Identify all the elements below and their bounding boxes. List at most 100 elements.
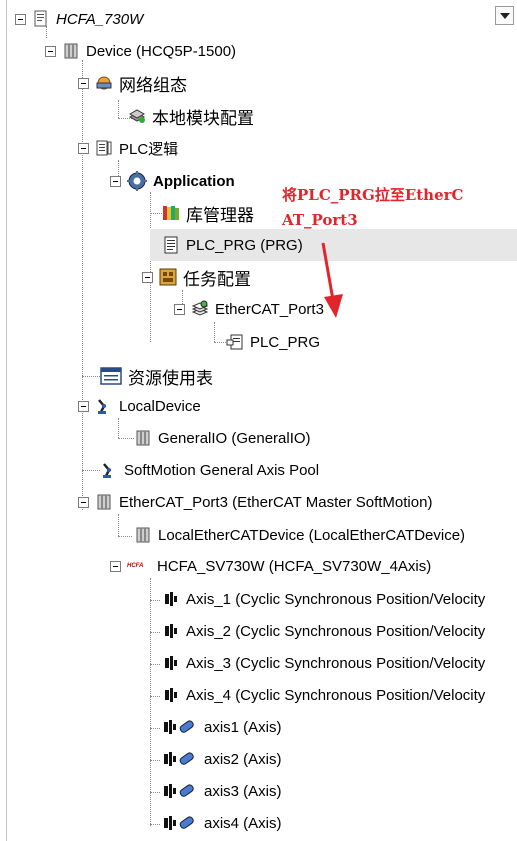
- tree-connector: [118, 438, 134, 439]
- collapse-toggle[interactable]: [78, 142, 89, 154]
- hcfa-logo-icon: HCFA: [127, 563, 144, 569]
- tree-node-plc-prg-call[interactable]: PLC_PRG: [226, 327, 320, 357]
- module-config-icon: [128, 107, 146, 125]
- tree-node-local-ethercat-device[interactable]: LocalEtherCATDevice (LocalEtherCATDevice…: [134, 520, 465, 550]
- axis-motor-icon: [162, 782, 198, 800]
- drag-instruction-annotation: 将PLC_PRG拉至EtherC AT_Port3: [282, 183, 482, 233]
- tree-connector: [214, 322, 215, 342]
- program-call-icon: [226, 333, 244, 351]
- left-border: [6, 0, 7, 841]
- annotation-line-1: 将PLC_PRG拉至EtherC: [282, 186, 464, 204]
- collapse-toggle[interactable]: [15, 13, 26, 25]
- tree-node-project[interactable]: HCFA_730W: [15, 4, 143, 34]
- tree-node-local-device[interactable]: LocalDevice: [78, 391, 201, 421]
- tree-node-general-io[interactable]: GeneralIO (GeneralIO): [134, 423, 311, 453]
- device-module-icon: [62, 42, 80, 60]
- collapse-toggle[interactable]: [174, 303, 185, 315]
- plc-prg-call-label: PLC_PRG: [250, 333, 321, 351]
- resource-usage-label: 资源使用表: [128, 368, 213, 388]
- axis-label: axis3 (Axis): [204, 782, 282, 800]
- tree-node-servo-drive[interactable]: HCFA HCFA_SV730W (HCFA_SV730W_4Axis): [110, 551, 431, 581]
- collapse-toggle[interactable]: [78, 496, 89, 508]
- tree-node-network-config[interactable]: 网络组态: [78, 68, 187, 98]
- tree-node-task-config[interactable]: 任务配置: [142, 262, 251, 292]
- task-stack-icon: [191, 300, 209, 318]
- resource-table-icon: [100, 367, 122, 385]
- device-module-icon: [134, 526, 152, 544]
- tree-node-axis[interactable]: axis4 (Axis): [162, 808, 282, 838]
- tree-node-ethercat-task[interactable]: EtherCAT_Port3: [174, 294, 324, 324]
- dropdown-toggle-button[interactable]: [495, 6, 514, 25]
- general-io-label: GeneralIO (GeneralIO): [158, 429, 311, 447]
- tree-node-resource-usage[interactable]: 资源使用表: [100, 361, 213, 391]
- ethercat-task-label: EtherCAT_Port3: [215, 300, 324, 318]
- softmotion-pool-label: SoftMotion General Axis Pool: [124, 461, 320, 479]
- collapse-toggle[interactable]: [78, 77, 89, 89]
- task-config-label: 任务配置: [183, 269, 251, 289]
- plc-logic-label: PLC逻辑: [119, 140, 179, 158]
- collapse-toggle[interactable]: [110, 560, 121, 572]
- tree-node-softmotion-pool[interactable]: SoftMotion General Axis Pool: [100, 455, 319, 485]
- tree-connector: [82, 376, 100, 377]
- tree-node-axis[interactable]: axis2 (Axis): [162, 744, 282, 774]
- robot-arm-icon: [100, 461, 118, 479]
- axis-label: axis4 (Axis): [204, 814, 282, 832]
- channel-label: Axis_3 (Cyclic Synchronous Position/Velo…: [186, 654, 486, 672]
- tree-connector: [150, 213, 162, 214]
- project-label: HCFA_730W: [56, 10, 144, 28]
- tree-node-device[interactable]: Device (HCQ5P-1500): [45, 36, 236, 66]
- tree-node-channel[interactable]: Axis_2 (Cyclic Synchronous Position/Velo…: [162, 616, 485, 646]
- tree-connector: [150, 664, 160, 665]
- collapse-toggle[interactable]: [142, 271, 153, 283]
- tree-connector: [150, 632, 160, 633]
- tree-connector: [150, 600, 160, 601]
- collapse-toggle[interactable]: [110, 175, 121, 187]
- tree-node-channel[interactable]: Axis_3 (Cyclic Synchronous Position/Velo…: [162, 648, 485, 678]
- servo-drive-label: HCFA_SV730W (HCFA_SV730W_4Axis): [157, 557, 432, 575]
- axis-label: axis1 (Axis): [204, 718, 282, 736]
- plc-logic-icon: [95, 139, 113, 157]
- tree-connector: [150, 728, 160, 729]
- axis-motor-icon: [162, 718, 198, 736]
- network-config-label: 网络组态: [119, 75, 187, 95]
- axis-channel-icon: [162, 590, 180, 608]
- application-label: Application: [153, 172, 235, 190]
- tree-node-plc-logic[interactable]: PLC逻辑: [78, 133, 178, 163]
- tree-node-ethercat-master[interactable]: EtherCAT_Port3 (EtherCAT Master SoftMoti…: [78, 487, 432, 517]
- axis-channel-icon: [162, 686, 180, 704]
- library-manager-label: 库管理器: [186, 205, 254, 225]
- library-books-icon: [162, 204, 180, 222]
- axis-motor-icon: [162, 814, 198, 832]
- tree-node-application[interactable]: Application: [110, 166, 235, 196]
- local-module-config-label: 本地模块配置: [152, 108, 254, 128]
- tree-connector: [150, 696, 160, 697]
- device-module-icon: [95, 493, 113, 511]
- tree-node-axis[interactable]: axis1 (Axis): [162, 712, 282, 742]
- collapse-toggle[interactable]: [78, 400, 89, 412]
- tree-node-local-module-config[interactable]: 本地模块配置: [128, 101, 254, 131]
- tree-node-plc-prg[interactable]: PLC_PRG (PRG): [162, 230, 303, 260]
- tree-connector: [118, 100, 119, 118]
- plc-prg-label: PLC_PRG (PRG): [186, 236, 303, 254]
- local-device-label: LocalDevice: [119, 397, 201, 415]
- tree-connector: [118, 536, 132, 537]
- device-module-icon: [134, 429, 152, 447]
- collapse-toggle[interactable]: [45, 45, 56, 57]
- axis-channel-icon: [162, 654, 180, 672]
- axis-motor-icon: [162, 750, 198, 768]
- tree-node-channel[interactable]: Axis_4 (Cyclic Synchronous Position/Velo…: [162, 680, 485, 710]
- tree-connector: [118, 514, 119, 536]
- tree-connector: [150, 824, 160, 825]
- ethercat-master-label: EtherCAT_Port3 (EtherCAT Master SoftMoti…: [119, 493, 433, 511]
- tree-connector: [82, 60, 83, 510]
- task-config-icon: [159, 268, 177, 286]
- tree-node-channel[interactable]: Axis_1 (Cyclic Synchronous Position/Velo…: [162, 584, 485, 614]
- tree-connector: [118, 418, 119, 438]
- tree-connector: [150, 792, 160, 793]
- local-ethercat-device-label: LocalEtherCATDevice (LocalEtherCATDevice…: [158, 526, 466, 544]
- tree-connector: [214, 342, 226, 343]
- tree-node-library-manager[interactable]: 库管理器: [162, 198, 254, 228]
- tree-node-axis[interactable]: axis3 (Axis): [162, 776, 282, 806]
- tree-connector: [150, 760, 160, 761]
- axis-label: axis2 (Axis): [204, 750, 282, 768]
